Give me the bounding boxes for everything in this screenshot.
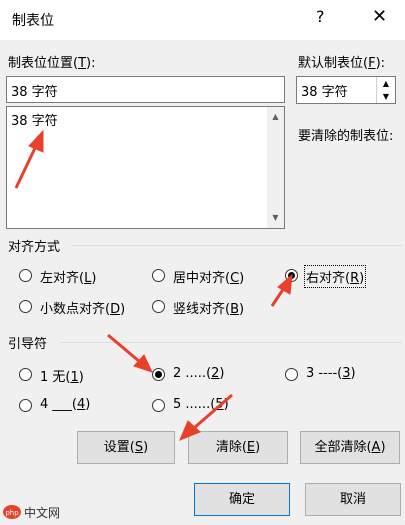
svg-text:php: php — [5, 509, 19, 517]
arrow-to-right-align-icon — [270, 273, 293, 307]
watermark-text: 中文网 — [24, 506, 61, 520]
annotation-arrows — [14, 129, 293, 441]
arrow-to-leader-2-icon — [107, 333, 153, 373]
watermark-logo: php 中文网 — [2, 502, 82, 522]
arrow-to-list-item-icon — [14, 129, 44, 189]
php-logo-icon: php — [3, 505, 21, 519]
arrow-to-set-button-icon — [179, 393, 233, 441]
